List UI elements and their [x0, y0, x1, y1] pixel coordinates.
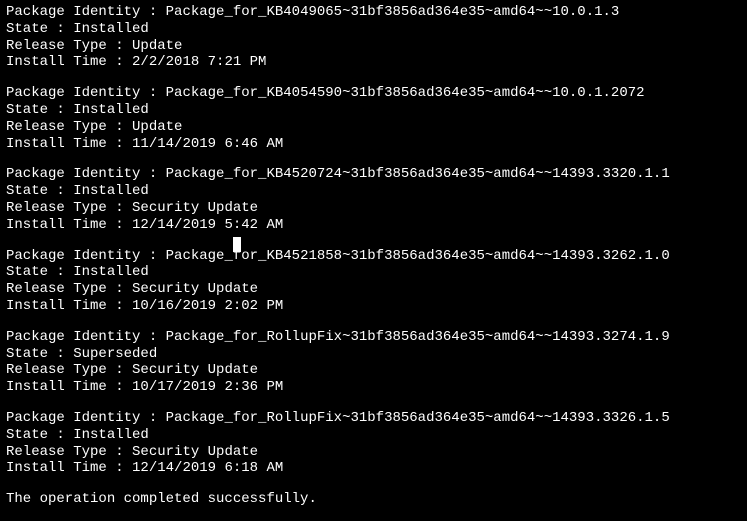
state-value: Installed	[73, 427, 149, 443]
identity-label: Package Identity :	[6, 410, 166, 426]
package-release-line: Release Type : Update	[6, 38, 741, 55]
install-label: Install Time :	[6, 460, 132, 476]
identity-value: Package_for_KB4521858~31bf3856ad364e35~a…	[166, 248, 670, 264]
package-state-line: State : Installed	[6, 427, 741, 444]
package-install-line: Install Time : 12/14/2019 5:42 AM	[6, 217, 741, 234]
release-label: Release Type :	[6, 444, 132, 460]
state-label: State :	[6, 427, 73, 443]
text-cursor	[233, 237, 241, 252]
package-release-line: Release Type : Security Update	[6, 200, 741, 217]
install-value: 10/17/2019 2:36 PM	[132, 379, 283, 395]
package-identity-line: Package Identity : Package_for_KB4520724…	[6, 166, 741, 183]
package-state-line: State : Installed	[6, 264, 741, 281]
identity-value: Package_for_RollupFix~31bf3856ad364e35~a…	[166, 410, 670, 426]
package-block: Package Identity : Package_for_KB4520724…	[6, 166, 741, 233]
state-value: Installed	[73, 264, 149, 280]
package-install-line: Install Time : 2/2/2018 7:21 PM	[6, 54, 741, 71]
release-value: Update	[132, 119, 182, 135]
package-state-line: State : Installed	[6, 21, 741, 38]
install-label: Install Time :	[6, 379, 132, 395]
package-release-line: Release Type : Security Update	[6, 281, 741, 298]
install-value: 12/14/2019 6:18 AM	[132, 460, 283, 476]
release-label: Release Type :	[6, 200, 132, 216]
state-value: Superseded	[73, 346, 157, 362]
identity-label: Package Identity :	[6, 85, 166, 101]
state-label: State :	[6, 183, 73, 199]
install-value: 11/14/2019 6:46 AM	[132, 136, 283, 152]
release-value: Security Update	[132, 200, 258, 216]
identity-label: Package Identity :	[6, 248, 166, 264]
package-block: Package Identity : Package_for_KB4521858…	[6, 248, 741, 315]
package-block: Package Identity : Package_for_RollupFix…	[6, 329, 741, 396]
package-identity-line: Package Identity : Package_for_RollupFix…	[6, 329, 741, 346]
package-install-line: Install Time : 11/14/2019 6:46 AM	[6, 136, 741, 153]
install-value: 2/2/2018 7:21 PM	[132, 54, 266, 70]
package-release-line: Release Type : Update	[6, 119, 741, 136]
install-label: Install Time :	[6, 136, 132, 152]
release-value: Update	[132, 38, 182, 54]
package-identity-line: Package Identity : Package_for_KB4049065…	[6, 4, 741, 21]
install-label: Install Time :	[6, 298, 132, 314]
state-value: Installed	[73, 102, 149, 118]
identity-value: Package_for_KB4049065~31bf3856ad364e35~a…	[166, 4, 620, 20]
identity-label: Package Identity :	[6, 329, 166, 345]
completion-message: The operation completed successfully.	[6, 491, 741, 508]
state-value: Installed	[73, 183, 149, 199]
package-state-line: State : Installed	[6, 102, 741, 119]
release-label: Release Type :	[6, 119, 132, 135]
install-label: Install Time :	[6, 217, 132, 233]
package-block: Package Identity : Package_for_KB4054590…	[6, 85, 741, 152]
package-install-line: Install Time : 10/17/2019 2:36 PM	[6, 379, 741, 396]
packages-list: Package Identity : Package_for_KB4049065…	[6, 4, 741, 477]
identity-value: Package_for_KB4520724~31bf3856ad364e35~a…	[166, 166, 670, 182]
state-label: State :	[6, 346, 73, 362]
identity-label: Package Identity :	[6, 4, 166, 20]
install-value: 10/16/2019 2:02 PM	[132, 298, 283, 314]
package-release-line: Release Type : Security Update	[6, 444, 741, 461]
package-identity-line: Package Identity : Package_for_RollupFix…	[6, 410, 741, 427]
identity-label: Package Identity :	[6, 166, 166, 182]
package-identity-line: Package Identity : Package_for_KB4054590…	[6, 85, 741, 102]
package-state-line: State : Superseded	[6, 346, 741, 363]
package-install-line: Install Time : 10/16/2019 2:02 PM	[6, 298, 741, 315]
package-identity-line: Package Identity : Package_for_KB4521858…	[6, 248, 741, 265]
state-label: State :	[6, 21, 73, 37]
install-value: 12/14/2019 5:42 AM	[132, 217, 283, 233]
release-label: Release Type :	[6, 362, 132, 378]
state-label: State :	[6, 264, 73, 280]
release-label: Release Type :	[6, 281, 132, 297]
package-block: Package Identity : Package_for_KB4049065…	[6, 4, 741, 71]
identity-value: Package_for_RollupFix~31bf3856ad364e35~a…	[166, 329, 670, 345]
release-label: Release Type :	[6, 38, 132, 54]
release-value: Security Update	[132, 362, 258, 378]
package-block: Package Identity : Package_for_RollupFix…	[6, 410, 741, 477]
package-state-line: State : Installed	[6, 183, 741, 200]
identity-value: Package_for_KB4054590~31bf3856ad364e35~a…	[166, 85, 645, 101]
package-release-line: Release Type : Security Update	[6, 362, 741, 379]
release-value: Security Update	[132, 444, 258, 460]
package-install-line: Install Time : 12/14/2019 6:18 AM	[6, 460, 741, 477]
state-label: State :	[6, 102, 73, 118]
state-value: Installed	[73, 21, 149, 37]
release-value: Security Update	[132, 281, 258, 297]
install-label: Install Time :	[6, 54, 132, 70]
